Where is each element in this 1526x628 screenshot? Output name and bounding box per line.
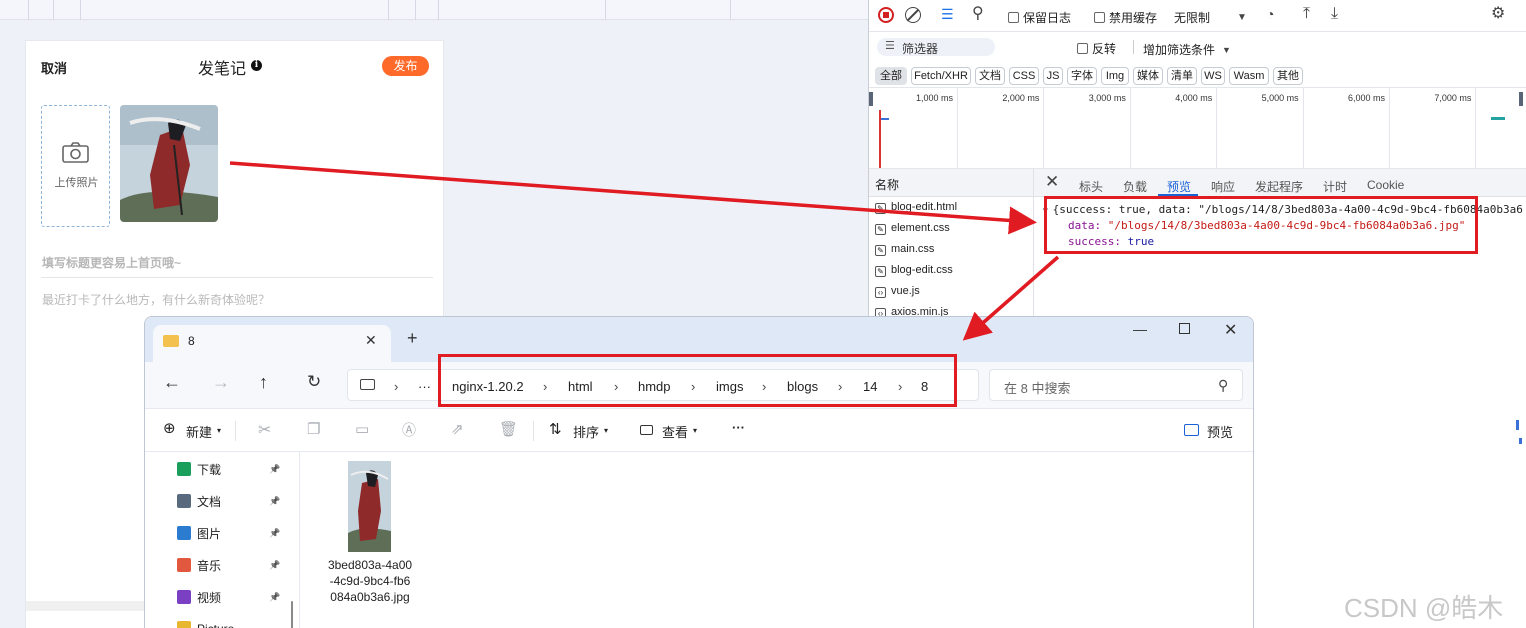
annotation-arrows xyxy=(229,161,1060,341)
watermark: CSDN @皓木 xyxy=(1344,593,1504,623)
arrow-to-response xyxy=(229,161,1037,235)
arrow-to-path xyxy=(962,255,1060,341)
